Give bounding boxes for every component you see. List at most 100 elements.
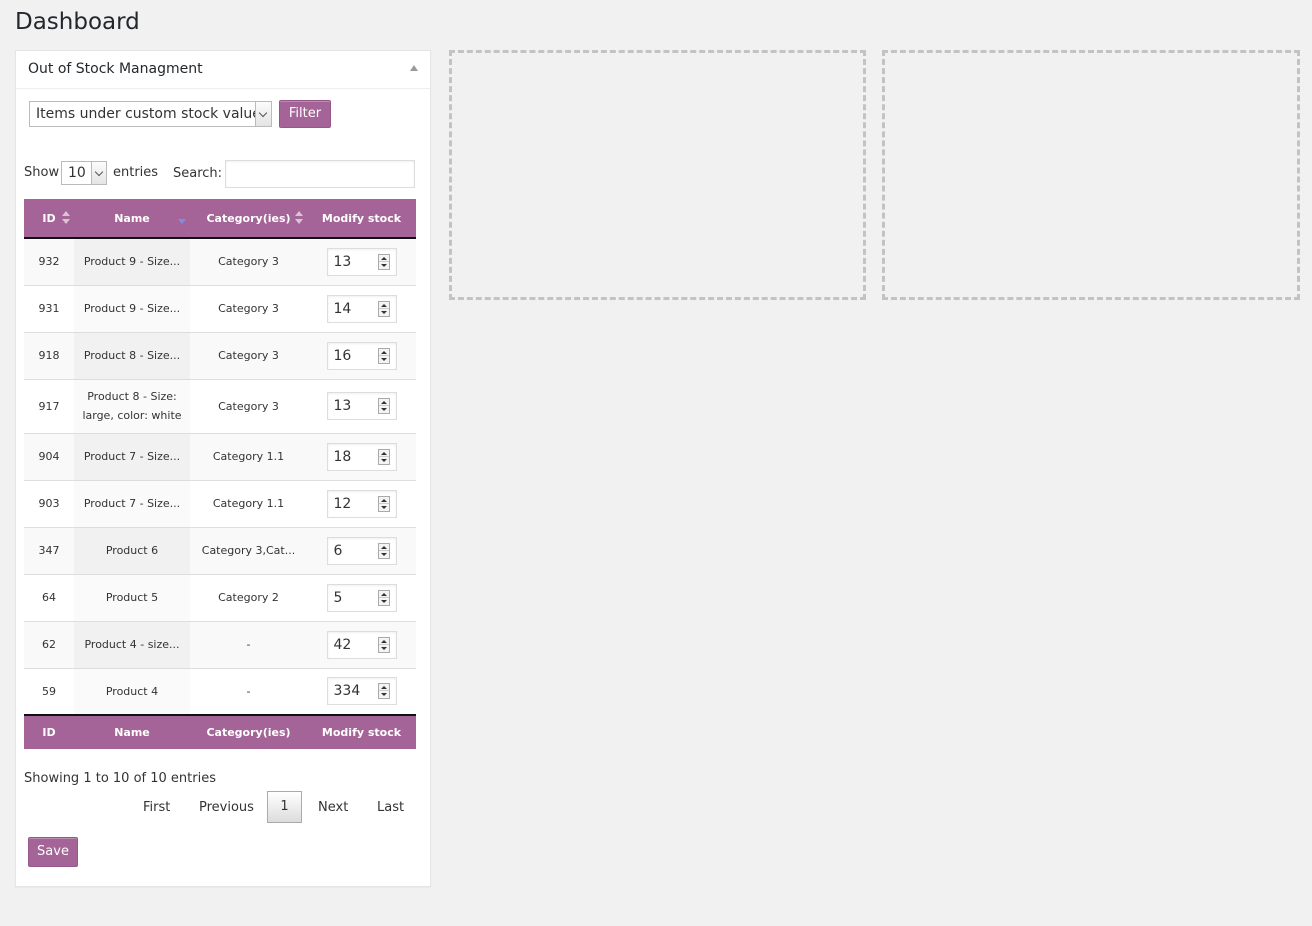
stock-quantity-value: 13 [333, 253, 352, 270]
pagination-previous[interactable]: Previous [199, 800, 254, 815]
cell-modify-stock: 5 [307, 574, 416, 622]
stock-quantity-input[interactable]: 14 [326, 294, 397, 323]
stock-quantity-value: 16 [333, 347, 352, 364]
cell-name: Product 9 - Size... [74, 238, 190, 286]
entries-per-page-value: 10 [68, 165, 86, 181]
cell-category: Category 1.1 [190, 433, 307, 481]
cell-name: Product 8 - Size... [74, 332, 190, 380]
cell-id: 903 [24, 480, 74, 528]
pagination-next[interactable]: Next [318, 800, 348, 815]
empty-widget-placeholder[interactable] [449, 50, 866, 300]
spinner-arrows-icon[interactable] [377, 589, 390, 606]
stock-quantity-input[interactable]: 13 [326, 247, 397, 276]
table-footer-row: ID Name Category(ies) Modify stock [24, 714, 416, 749]
chevron-down-icon [255, 102, 271, 126]
cell-modify-stock: 13 [307, 238, 416, 286]
cell-modify-stock: 14 [307, 285, 416, 333]
cell-category: Category 3 [190, 332, 307, 380]
stock-quantity-value: 13 [333, 398, 352, 414]
table-info: Showing 1 to 10 of 10 entries [24, 771, 216, 786]
save-button[interactable]: Save [28, 837, 78, 867]
sort-desc-icon [178, 219, 186, 224]
product-name: Product 7 - Size... [83, 497, 181, 510]
cell-id: 64 [24, 574, 74, 622]
cell-name: Product 6 [74, 527, 190, 575]
cell-category: - [190, 621, 307, 669]
column-header-category[interactable]: Category(ies) [190, 199, 307, 239]
search-input[interactable] [225, 160, 415, 188]
spinner-arrows-icon[interactable] [377, 253, 390, 270]
table-row: 904 Product 7 - Size... Category 1.1 18 [24, 433, 416, 481]
column-header-id[interactable]: ID [24, 199, 74, 239]
stock-table: ID Name Category(ies) Modify stock 932 Pr… [24, 199, 416, 749]
column-header-label: Category(ies) [206, 211, 291, 225]
cell-modify-stock: 18 [307, 433, 416, 481]
stock-quantity-input[interactable]: 5 [326, 583, 397, 612]
search-label: Search: [173, 166, 223, 181]
cell-id: 932 [24, 238, 74, 286]
spinner-arrows-icon[interactable] [377, 398, 390, 414]
widget-header[interactable]: Out of Stock Managment [16, 51, 430, 89]
pagination-last[interactable]: Last [377, 800, 404, 815]
table-row: 347 Product 6 Category 3,Cat... 6 [24, 527, 416, 575]
column-header-modify-stock: Modify stock [307, 199, 416, 239]
table-row: 62 Product 4 - size... - 42 [24, 621, 416, 669]
table-row: 918 Product 8 - Size... Category 3 16 [24, 332, 416, 380]
spinner-arrows-icon[interactable] [377, 448, 390, 465]
cell-name: Product 7 - Size... [74, 433, 190, 481]
entries-per-page-select[interactable]: 10 [61, 161, 107, 185]
table-row: 64 Product 5 Category 2 5 [24, 574, 416, 622]
cell-category: Category 3,Cat... [190, 527, 307, 575]
stock-quantity-input[interactable]: 6 [326, 536, 397, 565]
product-name: Product 7 - Size... [83, 450, 181, 463]
spinner-arrows-icon[interactable] [377, 495, 390, 512]
product-name: Product 5 [105, 591, 159, 604]
cell-id: 347 [24, 527, 74, 575]
collapse-toggle-icon[interactable] [410, 65, 418, 71]
product-name: Product 9 - Size... [83, 255, 181, 269]
table-row: 917 Product 8 - Size: large, color: white… [24, 379, 416, 434]
stock-quantity-value: 18 [333, 448, 352, 465]
sort-both-icon [295, 211, 303, 225]
column-header-label: Name [114, 211, 150, 225]
spinner-arrows-icon[interactable] [377, 542, 390, 559]
sort-both-icon [62, 211, 70, 225]
footer-category: Category(ies) [190, 714, 307, 749]
stock-quantity-input[interactable]: 16 [326, 341, 397, 370]
stock-quantity-input[interactable]: 334 [326, 677, 397, 706]
pagination-current-page[interactable]: 1 [267, 791, 302, 823]
cell-category: - [190, 668, 307, 715]
stock-quantity-value: 12 [333, 495, 352, 512]
stock-quantity-input[interactable]: 18 [326, 442, 397, 471]
cell-modify-stock: 13 [307, 379, 416, 434]
stock-filter-selected-value: Items under custom stock values [36, 106, 269, 122]
stock-quantity-input[interactable]: 13 [326, 392, 397, 420]
stock-quantity-value: 334 [333, 683, 361, 700]
cell-name: Product 8 - Size: large, color: white [74, 379, 190, 434]
table-row: 932 Product 9 - Size... Category 3 13 [24, 238, 416, 286]
cell-id: 904 [24, 433, 74, 481]
cell-category: Category 2 [190, 574, 307, 622]
column-header-name[interactable]: Name [74, 199, 190, 239]
stock-quantity-input[interactable]: 42 [326, 630, 397, 659]
stock-quantity-value: 5 [333, 589, 343, 606]
spinner-arrows-icon[interactable] [377, 683, 390, 700]
stock-filter-select[interactable]: Items under custom stock values [29, 101, 272, 127]
show-label: Show [24, 165, 60, 180]
table-row: 59 Product 4 - 334 [24, 668, 416, 715]
product-name: Product 6 [105, 544, 159, 557]
cell-category: Category 1.1 [190, 480, 307, 528]
cell-modify-stock: 334 [307, 668, 416, 715]
filter-button[interactable]: Filter [279, 100, 331, 128]
cell-category: Category 3 [190, 238, 307, 286]
column-header-label: Modify stock [321, 211, 402, 225]
pagination-first[interactable]: First [143, 800, 170, 815]
spinner-arrows-icon[interactable] [377, 347, 390, 364]
empty-widget-placeholder[interactable] [882, 50, 1300, 300]
product-name: Product 4 [105, 684, 159, 698]
spinner-arrows-icon[interactable] [377, 300, 390, 317]
spinner-arrows-icon[interactable] [377, 636, 390, 653]
cell-name: Product 4 [74, 668, 190, 715]
stock-quantity-input[interactable]: 12 [326, 489, 397, 518]
cell-name: Product 5 [74, 574, 190, 622]
